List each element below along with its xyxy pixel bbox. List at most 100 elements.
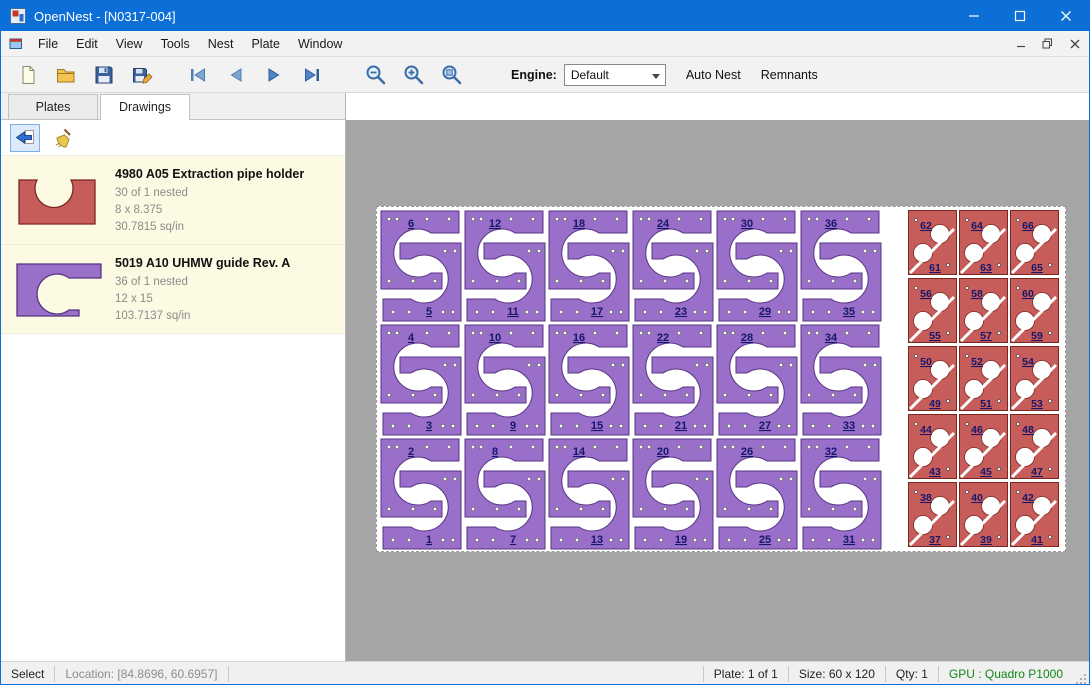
part-number: 15 — [591, 420, 603, 432]
nav-next-button[interactable] — [255, 60, 293, 90]
remnants-button[interactable]: Remnants — [761, 68, 818, 82]
save-as-button[interactable] — [123, 60, 161, 90]
part-number: 11 — [507, 306, 519, 318]
menu-tools[interactable]: Tools — [152, 33, 199, 55]
menu-window[interactable]: Window — [289, 33, 351, 55]
nest-plate[interactable]: 6512111817242330293635431091615222128273… — [376, 206, 1066, 552]
status-size: Size: 60 x 120 — [789, 667, 885, 681]
part-number: 16 — [573, 332, 585, 344]
nest-canvas[interactable]: 6512111817242330293635431091615222128273… — [346, 93, 1089, 661]
part-number: 47 — [1031, 466, 1043, 478]
maximize-button[interactable] — [997, 1, 1043, 31]
zoom-out-button[interactable] — [357, 60, 395, 90]
drawing-nested-count: 30 of 1 nested — [115, 185, 337, 202]
part-number: 22 — [657, 332, 669, 344]
part-number: 4 — [408, 332, 415, 344]
nav-first-button[interactable] — [179, 60, 217, 90]
zoom-fit-button[interactable] — [433, 60, 471, 90]
part-number: 23 — [675, 306, 687, 318]
nav-last-button[interactable] — [293, 60, 331, 90]
status-location: Location: [84.8696, 60.6957] — [55, 667, 227, 681]
zoom-fit-icon — [441, 64, 463, 86]
part-number: 39 — [980, 534, 992, 546]
part-number: 40 — [971, 492, 983, 504]
window-title: OpenNest - [N0317-004] — [34, 9, 176, 24]
part-number: 55 — [929, 330, 941, 342]
part-number: 58 — [971, 288, 983, 300]
part-cutout — [931, 293, 950, 312]
nav-prev-button[interactable] — [217, 60, 255, 90]
status-qty: Qty: 1 — [886, 667, 938, 681]
auto-nest-button[interactable]: Auto Nest — [686, 68, 741, 82]
part-number: 64 — [971, 220, 983, 232]
close-button[interactable] — [1043, 1, 1089, 31]
part-number: 26 — [741, 446, 753, 458]
part-number: 43 — [929, 466, 941, 478]
part-cutout — [982, 429, 1001, 448]
part-number: 56 — [920, 288, 932, 300]
part-number: 6 — [408, 218, 414, 230]
part-number: 31 — [843, 534, 855, 546]
part-number: 50 — [920, 356, 932, 368]
part-number: 62 — [920, 220, 932, 232]
tab-plates[interactable]: Plates — [8, 94, 98, 119]
red-nest-cell: 4443 — [909, 415, 957, 479]
open-button[interactable] — [47, 60, 85, 90]
new-button[interactable] — [9, 60, 47, 90]
part-number: 41 — [1031, 534, 1043, 546]
mdi-restore-button[interactable] — [1035, 34, 1060, 54]
zoom-in-button[interactable] — [395, 60, 433, 90]
part-number: 3 — [426, 420, 432, 432]
purple-nest-cell: 2423 — [633, 211, 713, 321]
drawing-nested-count: 36 of 1 nested — [115, 274, 337, 291]
menu-file[interactable]: File — [29, 33, 67, 55]
replace-drawing-button[interactable] — [10, 124, 40, 152]
tab-drawings[interactable]: Drawings — [100, 94, 190, 120]
part-number: 30 — [741, 218, 753, 230]
engine-select[interactable]: Default — [564, 64, 666, 86]
app-window: OpenNest - [N0317-004] File Edit View To… — [0, 0, 1090, 685]
document-icon[interactable] — [9, 37, 23, 51]
part-cutout — [931, 497, 950, 516]
drawing-list-item[interactable]: 5019 A10 UHMW guide Rev. A 36 of 1 neste… — [1, 245, 345, 334]
open-icon — [55, 64, 77, 86]
mdi-minimize-button[interactable] — [1008, 34, 1033, 54]
mdi-close-icon — [1070, 39, 1080, 49]
part-cutout — [931, 225, 950, 244]
resize-grip[interactable] — [1073, 662, 1089, 685]
red-nest-cell: 40 39 — [960, 483, 1008, 547]
drawing-thumbnail — [13, 166, 115, 236]
menu-edit[interactable]: Edit — [67, 33, 107, 55]
menu-nest[interactable]: Nest — [199, 33, 243, 55]
red-nest-cell: 6261 — [909, 211, 957, 275]
drawing-list-item[interactable]: 4980 A05 Extraction pipe holder 30 of 1 … — [1, 156, 345, 245]
red-nest-cell: 56 55 — [909, 279, 957, 343]
menu-view[interactable]: View — [107, 33, 152, 55]
status-bar: Select Location: [84.8696, 60.6957] Plat… — [1, 661, 1089, 685]
save-button[interactable] — [85, 60, 123, 90]
part-number: 49 — [929, 398, 941, 410]
nav-first-icon — [187, 64, 209, 86]
save-icon — [93, 64, 115, 86]
red-nest-cell: 6059 — [1011, 279, 1059, 343]
mdi-close-button[interactable] — [1062, 34, 1087, 54]
red-nest-cell: 5251 — [960, 347, 1008, 411]
drawing-area: 30.7815 sq/in — [115, 219, 337, 236]
part-cutout — [931, 361, 950, 380]
part-cutout — [1033, 225, 1052, 244]
part-cutout — [1033, 429, 1052, 448]
broom-button[interactable] — [47, 124, 77, 152]
part-number: 19 — [675, 534, 687, 546]
nest-plate-svg[interactable]: 6512111817242330293635431091615222128273… — [377, 207, 1065, 551]
part-number: 42 — [1022, 492, 1034, 504]
minimize-button[interactable] — [951, 1, 997, 31]
sidebar-tabstrip: Plates Drawings — [1, 93, 345, 120]
menu-plate[interactable]: Plate — [242, 33, 289, 55]
purple-nest-cell: 3231 — [801, 439, 881, 549]
drawing-size: 8 x 8.375 — [115, 202, 337, 219]
drawings-toolbar — [1, 120, 345, 156]
part-cutout — [982, 293, 1001, 312]
part-number: 27 — [759, 420, 771, 432]
resize-grip-icon — [1075, 673, 1087, 685]
part-cutout — [982, 497, 1001, 516]
